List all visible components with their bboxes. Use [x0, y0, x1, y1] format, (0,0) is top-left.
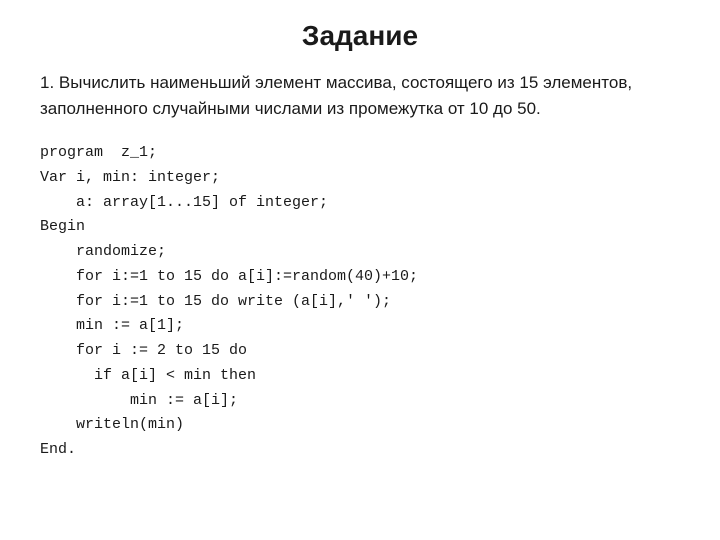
page-title: Задание [302, 20, 418, 52]
task-description: 1. Вычислить наименьший элемент массива,… [40, 70, 680, 121]
code-block: program z_1; Var i, min: integer; a: arr… [40, 141, 680, 463]
